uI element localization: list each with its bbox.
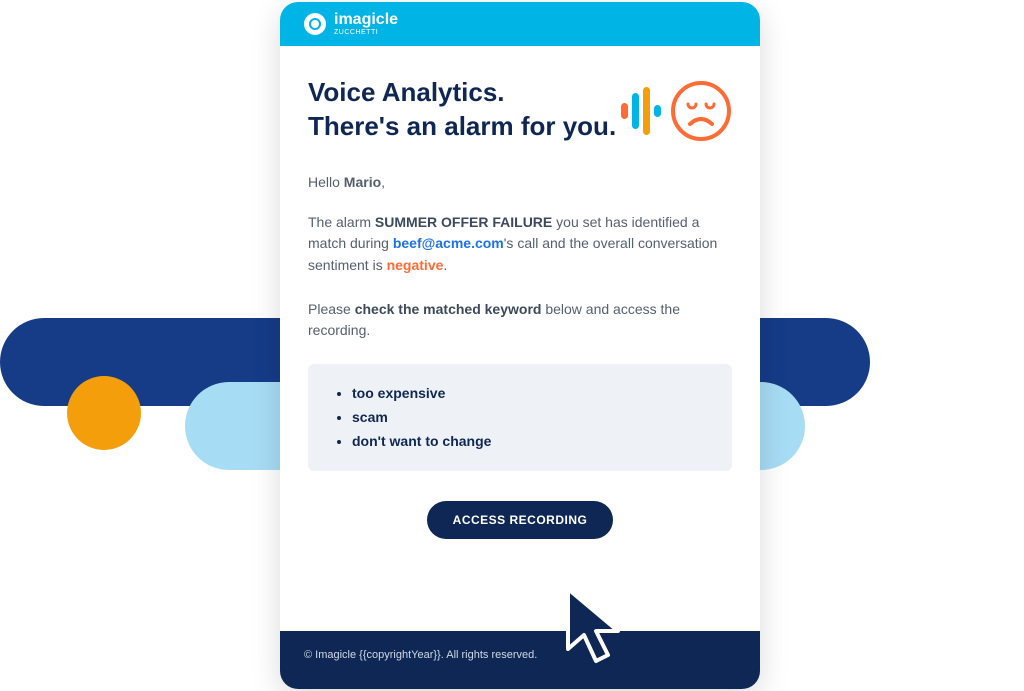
email-footer: © Imagicle {{copyrightYear}}. All rights… xyxy=(280,631,760,689)
page-title: Voice Analytics.There's an alarm for you… xyxy=(308,76,616,144)
brand-text: imagicle ZUCCHETTI xyxy=(334,12,398,36)
brand-name: imagicle xyxy=(334,12,398,28)
keyword-box: too expensive scam don't want to change xyxy=(308,364,732,471)
email-header: imagicle ZUCCHETTI xyxy=(280,2,760,46)
alarm-description: The alarm SUMMER OFFER FAILURE you set h… xyxy=(308,212,732,277)
email-card: imagicle ZUCCHETTI Voice Analytics.There… xyxy=(280,2,760,689)
keyword-list: too expensive scam don't want to change xyxy=(352,382,704,453)
decorative-circle xyxy=(67,376,141,450)
keyword-item: don't want to change xyxy=(352,430,704,454)
sentiment-value: negative xyxy=(387,257,444,273)
sad-face-icon xyxy=(670,80,732,142)
keyword-item: scam xyxy=(352,406,704,430)
greeting: Hello Mario, xyxy=(308,174,732,190)
audio-bars-icon xyxy=(620,87,664,135)
keyword-item: too expensive xyxy=(352,382,704,406)
brand-sub: ZUCCHETTI xyxy=(334,29,398,36)
access-recording-button[interactable]: ACCESS RECORDING xyxy=(427,501,614,539)
instruction-text: Please check the matched keyword below a… xyxy=(308,299,732,342)
title-illustration xyxy=(620,80,732,142)
copyright-text: © Imagicle {{copyrightYear}}. All rights… xyxy=(304,649,537,661)
email-body: Voice Analytics.There's an alarm for you… xyxy=(280,46,760,631)
brand-logo-icon xyxy=(304,13,326,35)
caller-email-link[interactable]: beef@acme.com xyxy=(393,235,504,251)
